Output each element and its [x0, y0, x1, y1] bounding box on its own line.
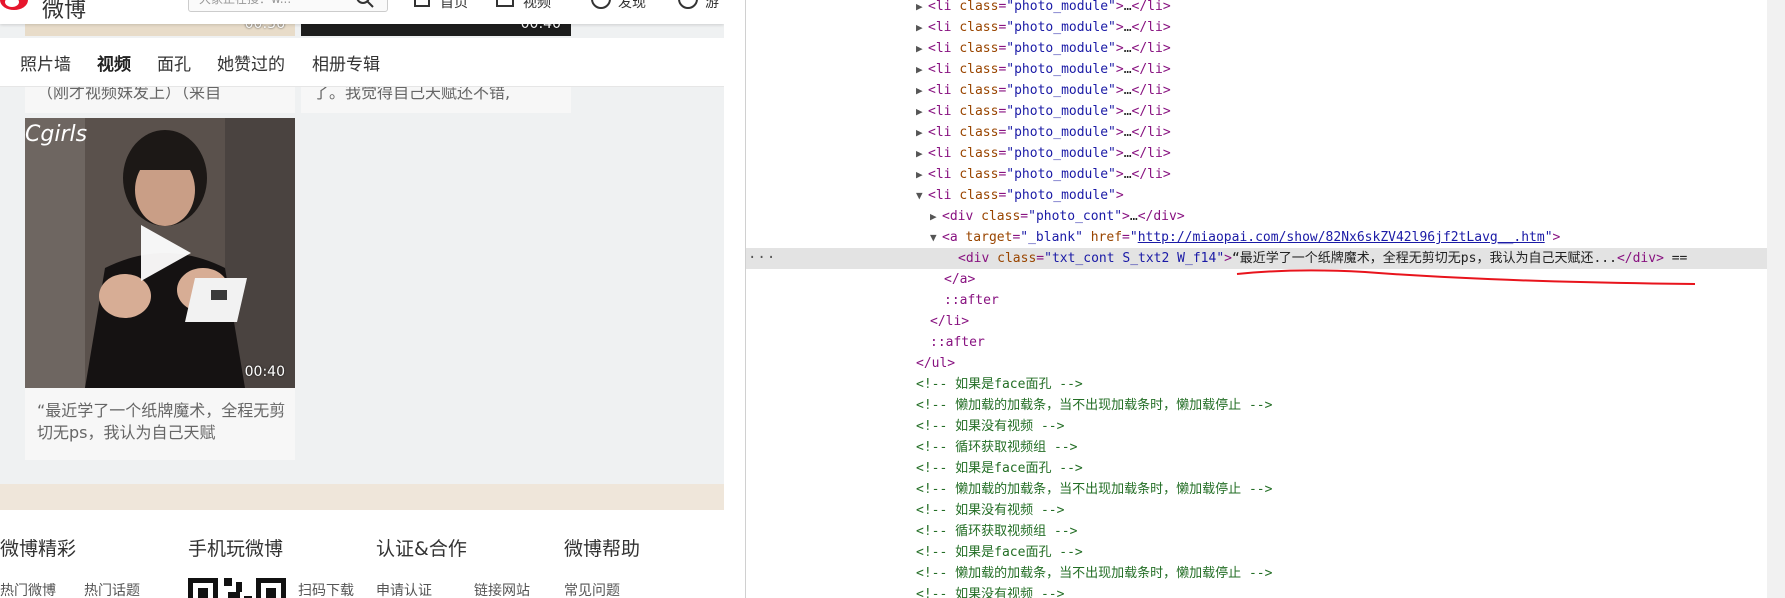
home-icon[interactable]	[412, 0, 432, 8]
dom-node-pseudo-after[interactable]: ::after	[746, 290, 1785, 311]
dom-comment[interactable]: <!-- 如果没有视频 -->	[746, 416, 1785, 437]
video-card-partial-2[interactable]: 了。我觉得自己天赋还不错,	[301, 83, 571, 113]
dom-node-li[interactable]: ▶ <li class="photo_module">…</li>	[746, 17, 1785, 38]
footer-link[interactable]: 扫码下载	[298, 580, 354, 598]
dom-node-li[interactable]: ▶ <li class="photo_module">…</li>	[746, 122, 1785, 143]
dom-node-li[interactable]: ▶ <li class="photo_module">…</li>	[746, 101, 1785, 122]
qr-code-image	[188, 578, 286, 598]
dom-node-pseudo-after[interactable]: ::after	[746, 332, 1785, 353]
dom-comment[interactable]: <!-- 如果是face面孔 -->	[746, 542, 1785, 563]
dom-comment[interactable]: <!-- 懒加载的加载条，当不出现加载条时，懒加载停止 -->	[746, 563, 1785, 584]
nav-discover[interactable]: 发现	[618, 0, 646, 12]
dom-comment[interactable]: <!-- 循环获取视频组 -->	[746, 437, 1785, 458]
dom-node-li-close[interactable]: </li>	[746, 311, 1785, 332]
video-watermark: Cgirls	[25, 122, 88, 147]
devtools-scrollbar[interactable]	[1767, 0, 1785, 598]
expand-arrow-icon[interactable]: ▶	[930, 206, 942, 227]
dom-comment[interactable]: <!-- 如果是face面孔 -->	[746, 458, 1785, 479]
discover-icon[interactable]	[590, 0, 612, 10]
video-thumbnail[interactable]: Cgirls 00:40	[25, 118, 295, 388]
footer-divider-strip	[0, 484, 724, 510]
dom-node-li-expanded[interactable]: ▼ <li class="photo_module">	[746, 185, 1785, 206]
dom-node-li[interactable]: ▶ <li class="photo_module">…</li>	[746, 38, 1785, 59]
href-link[interactable]: http://miaopai.com/show/82Nx6skZV42l96jf…	[1138, 230, 1545, 245]
video-caption: “最近学了一个纸牌魔术，全程无剪切无ps，我认为自己天赋	[37, 401, 286, 442]
site-footer: 微博精彩 手机玩微博 认证&合作 微博帮助 热门微博 热门话题 扫码下载 申请认…	[0, 484, 724, 598]
footer-link[interactable]: 申请认证	[376, 580, 432, 598]
nav-video[interactable]: 视频	[523, 0, 551, 12]
tab-videos[interactable]: 视频	[97, 50, 131, 75]
footer-link[interactable]: 常见问题	[564, 580, 620, 598]
footer-link[interactable]: 链接网站	[474, 580, 530, 598]
footer-heading: 认证&合作	[376, 538, 467, 560]
footer-link[interactable]: 热门微博	[0, 580, 56, 598]
dom-node-ul-close[interactable]: </ul>	[746, 353, 1785, 374]
tab-faces[interactable]: 面孔	[157, 50, 191, 75]
album-subnav: 照片墙 视频 面孔 她赞过的 相册专辑	[0, 38, 724, 87]
footer-heading: 手机玩微博	[188, 538, 284, 560]
dom-node-li[interactable]: ▶ <li class="photo_module">…</li>	[746, 143, 1785, 164]
dom-node-div-photo-cont[interactable]: ▶ <div class="photo_cont">…</div>	[746, 206, 1785, 227]
devtools-elements-panel: ▶ <li class="photo_module">…</li> ▶ <li cl…	[746, 0, 1785, 598]
tab-liked[interactable]: 她赞过的	[217, 50, 285, 75]
game-icon[interactable]	[677, 0, 699, 10]
video-duration: 00:40	[244, 364, 285, 380]
expand-arrow-icon[interactable]: ▶	[916, 122, 928, 143]
dom-node-li[interactable]: ▶ <li class="photo_module">…</li>	[746, 0, 1785, 17]
dom-node-li[interactable]: ▶ <li class="photo_module">…</li>	[746, 164, 1785, 185]
expand-arrow-icon[interactable]: ▶	[916, 17, 928, 38]
weibo-logo-text[interactable]: 微博	[42, 0, 86, 24]
red-underline-annotation	[1236, 269, 1695, 285]
dom-comment[interactable]: <!-- 如果是face面孔 -->	[746, 374, 1785, 395]
expand-arrow-icon[interactable]: ▶	[916, 80, 928, 101]
footer-heading: 微博帮助	[564, 538, 641, 560]
dom-comment[interactable]: <!-- 懒加载的加载条，当不出现加载条时，懒加载停止 -->	[746, 395, 1785, 416]
video-card[interactable]: Cgirls 00:40 “最近学了一个纸牌魔术，全程无剪切无ps，我认为自己天…	[25, 118, 295, 460]
dom-node-li[interactable]: ▶ <li class="photo_module">…</li>	[746, 59, 1785, 80]
weibo-logo-icon[interactable]	[0, 0, 34, 12]
tab-albums[interactable]: 相册专辑	[312, 50, 380, 75]
weibo-page: 00:36 00:40 微博 大家正在搜：w... 首页 视频 发现 游	[0, 0, 724, 598]
nav-game[interactable]: 游	[705, 0, 719, 12]
video-icon[interactable]	[495, 0, 515, 8]
footer-heading: 微博精彩	[0, 538, 77, 560]
dom-comment[interactable]: <!-- 如果没有视频 -->	[746, 500, 1785, 521]
dom-comment[interactable]: <!-- 懒加载的加载条，当不出现加载条时，懒加载停止 -->	[746, 479, 1785, 500]
tab-photo-wall[interactable]: 照片墙	[20, 50, 71, 75]
nav-home[interactable]: 首页	[440, 0, 468, 12]
collapse-arrow-icon[interactable]: ▼	[916, 185, 928, 206]
dom-comment[interactable]: <!-- 如果没有视频 -->	[746, 584, 1785, 598]
footer-link[interactable]: 热门话题	[84, 580, 140, 598]
panel-divider[interactable]	[724, 0, 746, 598]
expand-arrow-icon[interactable]: ▶	[916, 164, 928, 185]
video-card-partial-1[interactable]: （刚才视频妹发上）（来自	[25, 83, 295, 113]
dom-node-a[interactable]: ▼ <a target="_blank" href="http://miaopai…	[746, 227, 1785, 248]
expand-arrow-icon[interactable]: ▶	[916, 0, 928, 17]
expand-arrow-icon[interactable]: ▶	[916, 38, 928, 59]
more-options-icon[interactable]: ···	[748, 248, 776, 269]
dom-node-li[interactable]: ▶ <li class="photo_module">…</li>	[746, 80, 1785, 101]
collapse-arrow-icon[interactable]: ▼	[930, 227, 942, 248]
search-icon[interactable]	[354, 0, 376, 10]
dom-comment[interactable]: <!-- 循环获取视频组 -->	[746, 521, 1785, 542]
expand-arrow-icon[interactable]: ▶	[916, 101, 928, 122]
weibo-top-bar: 微博 大家正在搜：w... 首页 视频 发现 游	[0, 0, 724, 24]
expand-arrow-icon[interactable]: ▶	[916, 143, 928, 164]
play-icon[interactable]	[137, 223, 193, 283]
expand-arrow-icon[interactable]: ▶	[916, 59, 928, 80]
